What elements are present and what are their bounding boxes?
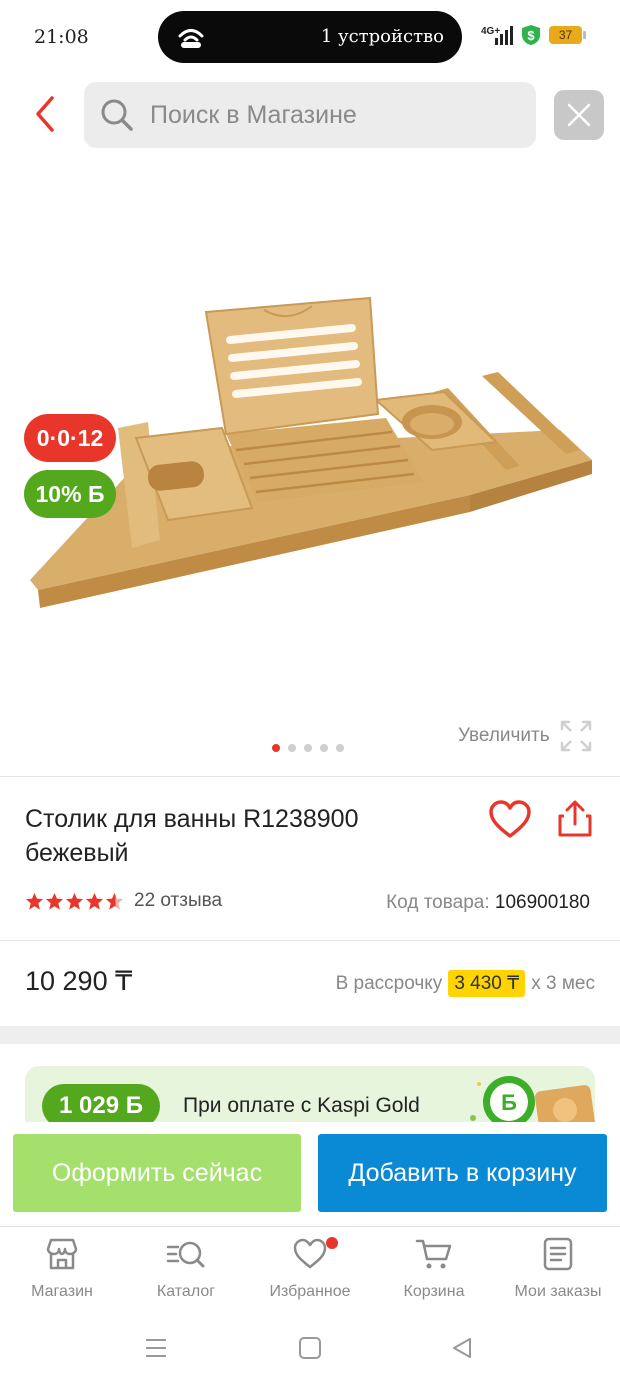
hotspot-icon <box>178 29 204 48</box>
installment-prefix: В рассрочку <box>335 972 443 994</box>
favorite-heart-icon[interactable] <box>488 800 532 840</box>
promo-text: При оплате с Kaspi Gold <box>183 1094 420 1117</box>
star-icon <box>25 892 44 910</box>
svg-text:4G+: 4G+ <box>481 26 500 37</box>
bonus-badge: 10% Б <box>24 470 116 518</box>
star-icon <box>65 892 84 910</box>
svg-text:Б: Б <box>501 1090 517 1115</box>
favorites-notification-dot <box>326 1237 338 1249</box>
share-icon[interactable] <box>556 800 594 838</box>
home-icon[interactable] <box>298 1336 322 1360</box>
cart-icon <box>415 1239 452 1269</box>
nav-item-catalog[interactable]: Каталог <box>124 1237 248 1301</box>
gallery-pagination[interactable] <box>272 744 344 752</box>
nav-label-orders: Мои заказы <box>514 1283 602 1300</box>
system-nav-bar <box>0 1316 620 1386</box>
battery-icon: 37 <box>549 26 586 44</box>
pagination-dot-5[interactable] <box>336 744 344 752</box>
signal-icon: 4G+ <box>481 26 513 45</box>
orders-icon <box>543 1237 573 1271</box>
product-title: Столик для ванны R1238900 бежевый <box>25 805 359 867</box>
rating-row[interactable]: 22 отзыва <box>25 890 222 912</box>
search-icon <box>101 99 133 131</box>
heart-icon <box>293 1238 327 1269</box>
nav-item-orders[interactable]: Мои заказы <box>496 1237 620 1301</box>
product-code-label: Код товара: <box>386 892 490 913</box>
product-gallery[interactable]: 0·0·12 10% Б <box>0 160 620 770</box>
reviews-count[interactable]: 22 отзыва <box>134 890 222 912</box>
bottom-nav: Магазин Каталог Избранное Корзина Мои за… <box>0 1226 620 1316</box>
pagination-dot-3[interactable] <box>304 744 312 752</box>
recent-apps-icon[interactable] <box>144 1336 168 1360</box>
nav-item-store[interactable]: Магазин <box>0 1237 124 1301</box>
divider <box>0 940 620 941</box>
pagination-dot-4[interactable] <box>320 744 328 752</box>
star-icon <box>45 892 64 910</box>
nav-label-catalog: Каталог <box>156 1283 216 1300</box>
search-bar[interactable] <box>84 82 536 148</box>
clear-search-button[interactable] <box>554 90 604 140</box>
store-icon <box>46 1238 78 1270</box>
catalog-search-icon <box>166 1241 205 1268</box>
star-icon <box>85 892 104 910</box>
zoom-button[interactable]: Увеличить <box>458 720 592 752</box>
nav-label-store: Магазин <box>31 1283 93 1300</box>
nav-item-cart[interactable]: Корзина <box>372 1237 496 1301</box>
island-device-text: 1 устройство <box>320 26 444 47</box>
back-arrow-icon[interactable] <box>26 92 66 136</box>
installment-amount: 3 430 ₸ <box>448 970 526 997</box>
status-icons: 4G+ $ 37 <box>481 24 586 46</box>
kaspi-bonus-coin-icon: Б <box>470 1076 595 1122</box>
status-time: 21:08 <box>34 26 89 48</box>
status-bar: 21:08 1 устройство 4G+ $ 37 <box>0 0 620 76</box>
kaspi-gold-promo[interactable]: 1 029 Б При оплате с Kaspi Gold Б <box>25 1066 595 1122</box>
nav-label-favorites: Избранное <box>269 1283 351 1300</box>
bonus-amount-pill: 1 029 Б <box>42 1084 160 1122</box>
installment-suffix: x 3 мес <box>531 972 595 994</box>
expand-icon <box>560 720 591 752</box>
product-price: 10 290 ₸ <box>25 966 133 996</box>
product-code: Код товара: 106900180 <box>386 892 590 914</box>
installment-info[interactable]: В рассрочку 3 430 ₸ x 3 мес <box>336 970 595 997</box>
product-code-value: 106900180 <box>494 892 590 913</box>
close-icon <box>567 103 591 127</box>
zoom-label: Увеличить <box>458 725 550 746</box>
nav-label-cart: Корзина <box>403 1283 465 1300</box>
pagination-dot-2[interactable] <box>288 744 296 752</box>
section-separator <box>0 1026 620 1044</box>
installment-badge: 0·0·12 <box>24 414 116 462</box>
buy-now-button[interactable]: Оформить сейчас <box>13 1134 301 1212</box>
nav-item-favorites[interactable]: Избранное <box>248 1237 372 1301</box>
divider <box>0 776 620 777</box>
svg-text:$: $ <box>527 28 535 43</box>
security-shield-icon: $ <box>522 25 540 45</box>
add-to-cart-button[interactable]: Добавить в корзину <box>318 1134 607 1212</box>
pagination-dot-1[interactable] <box>272 744 280 752</box>
search-input[interactable] <box>150 94 520 136</box>
star-half-icon <box>105 892 124 910</box>
dynamic-island[interactable]: 1 устройство <box>158 11 462 63</box>
rating-stars <box>25 892 124 911</box>
back-triangle-icon[interactable] <box>450 1336 474 1360</box>
